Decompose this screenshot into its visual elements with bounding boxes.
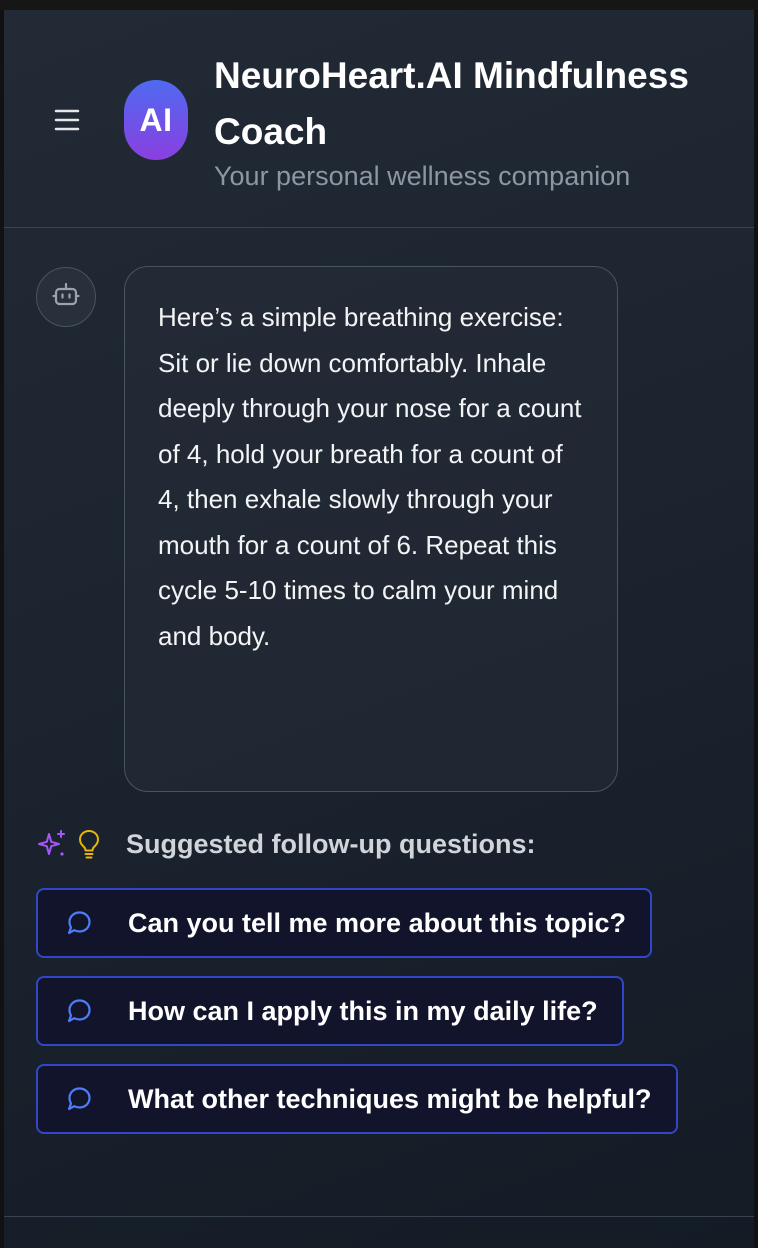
suggestions-label: Suggested follow-up questions: — [126, 828, 536, 859]
sparkles-icon — [36, 828, 68, 860]
suggestion-chip-label: How can I apply this in my daily life? — [128, 995, 598, 1026]
assistant-message-bubble: Here’s a simple breathing exercise: Sit … — [124, 266, 618, 792]
input-area-divider — [4, 1216, 754, 1217]
assistant-message-text: Here’s a simple breathing exercise: Sit … — [158, 302, 582, 651]
bot-avatar — [36, 267, 96, 327]
menu-button[interactable] — [50, 106, 84, 134]
suggestion-chip-label: Can you tell me more about this topic? — [128, 907, 627, 938]
suggestions-header: Suggested follow-up questions: — [36, 826, 535, 862]
suggestion-chip-more-about-topic[interactable]: Can you tell me more about this topic? — [36, 888, 653, 958]
chat-bubble-icon — [64, 996, 94, 1026]
chat-bubble-icon — [64, 1084, 94, 1114]
chat-header: AI NeuroHeart.AI Mindfulness Coach Your … — [4, 10, 754, 228]
window-top-strip — [0, 0, 758, 10]
bot-icon — [52, 282, 80, 313]
lightbulb-icon — [76, 828, 102, 860]
chat-app: AI NeuroHeart.AI Mindfulness Coach Your … — [4, 10, 754, 1248]
suggestion-chip-apply-daily-life[interactable]: How can I apply this in my daily life? — [36, 976, 624, 1046]
page-title: NeuroHeart.AI Mindfulness Coach — [214, 55, 689, 152]
page-subtitle: Your personal wellness companion — [214, 161, 631, 191]
suggestion-chip-other-techniques[interactable]: What other techniques might be helpful? — [36, 1064, 678, 1134]
hamburger-menu-icon — [50, 106, 84, 134]
suggestion-chip-label: What other techniques might be helpful? — [128, 1083, 652, 1114]
coach-avatar: AI — [124, 80, 188, 160]
chat-bubble-icon — [64, 908, 94, 938]
